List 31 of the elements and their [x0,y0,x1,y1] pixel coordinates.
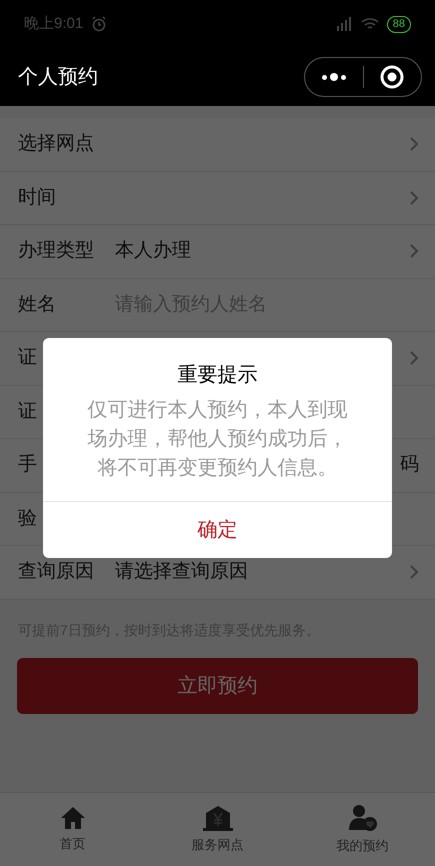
field-label: 证 [18,400,37,424]
field-label: 时间 [18,186,56,210]
field-label: 验 [18,506,37,530]
confirm-button[interactable]: 确定 [43,501,392,558]
form-row[interactable]: 选择网点 [0,118,435,172]
field-label: 选择网点 [18,132,94,156]
field-label: 证 [18,346,37,370]
dialog-message: 仅可进行本人预约，本人到现场办理，帮他人预约成功后，将不可再变更预约人信息。 [86,398,348,481]
tab-item[interactable]: 首页 [0,793,145,866]
signal-icon [334,17,353,31]
bank-yen-icon [202,804,234,831]
field-value: 请选择查询原因 [115,560,248,584]
field-label: 查询原因 [18,560,94,584]
form-row[interactable]: 时间 [0,172,435,225]
submit-button[interactable]: 立即预约 [17,658,418,714]
dialog-title: 重要提示 [176,363,258,388]
status-time: 晚上9:01 [24,14,84,34]
field-value: 本人办理 [115,239,191,263]
house-icon [60,806,86,830]
form-row[interactable]: 办理类型 本人办理 [0,225,435,278]
field-label: 办理类型 [18,239,94,263]
field-label: 姓名 [18,292,56,316]
battery-indicator: 88 [386,16,411,32]
field-label: 手 [18,453,37,477]
tab-item[interactable]: 我的预约 [290,793,435,866]
wifi-icon [360,17,379,31]
page-title: 个人预约 [18,65,98,90]
verification-code-link[interactable]: 码 [400,451,419,480]
tab-item[interactable]: 服务网点 [145,793,290,866]
person-heart-icon [348,804,378,832]
alarm-clock-icon [91,16,108,32]
